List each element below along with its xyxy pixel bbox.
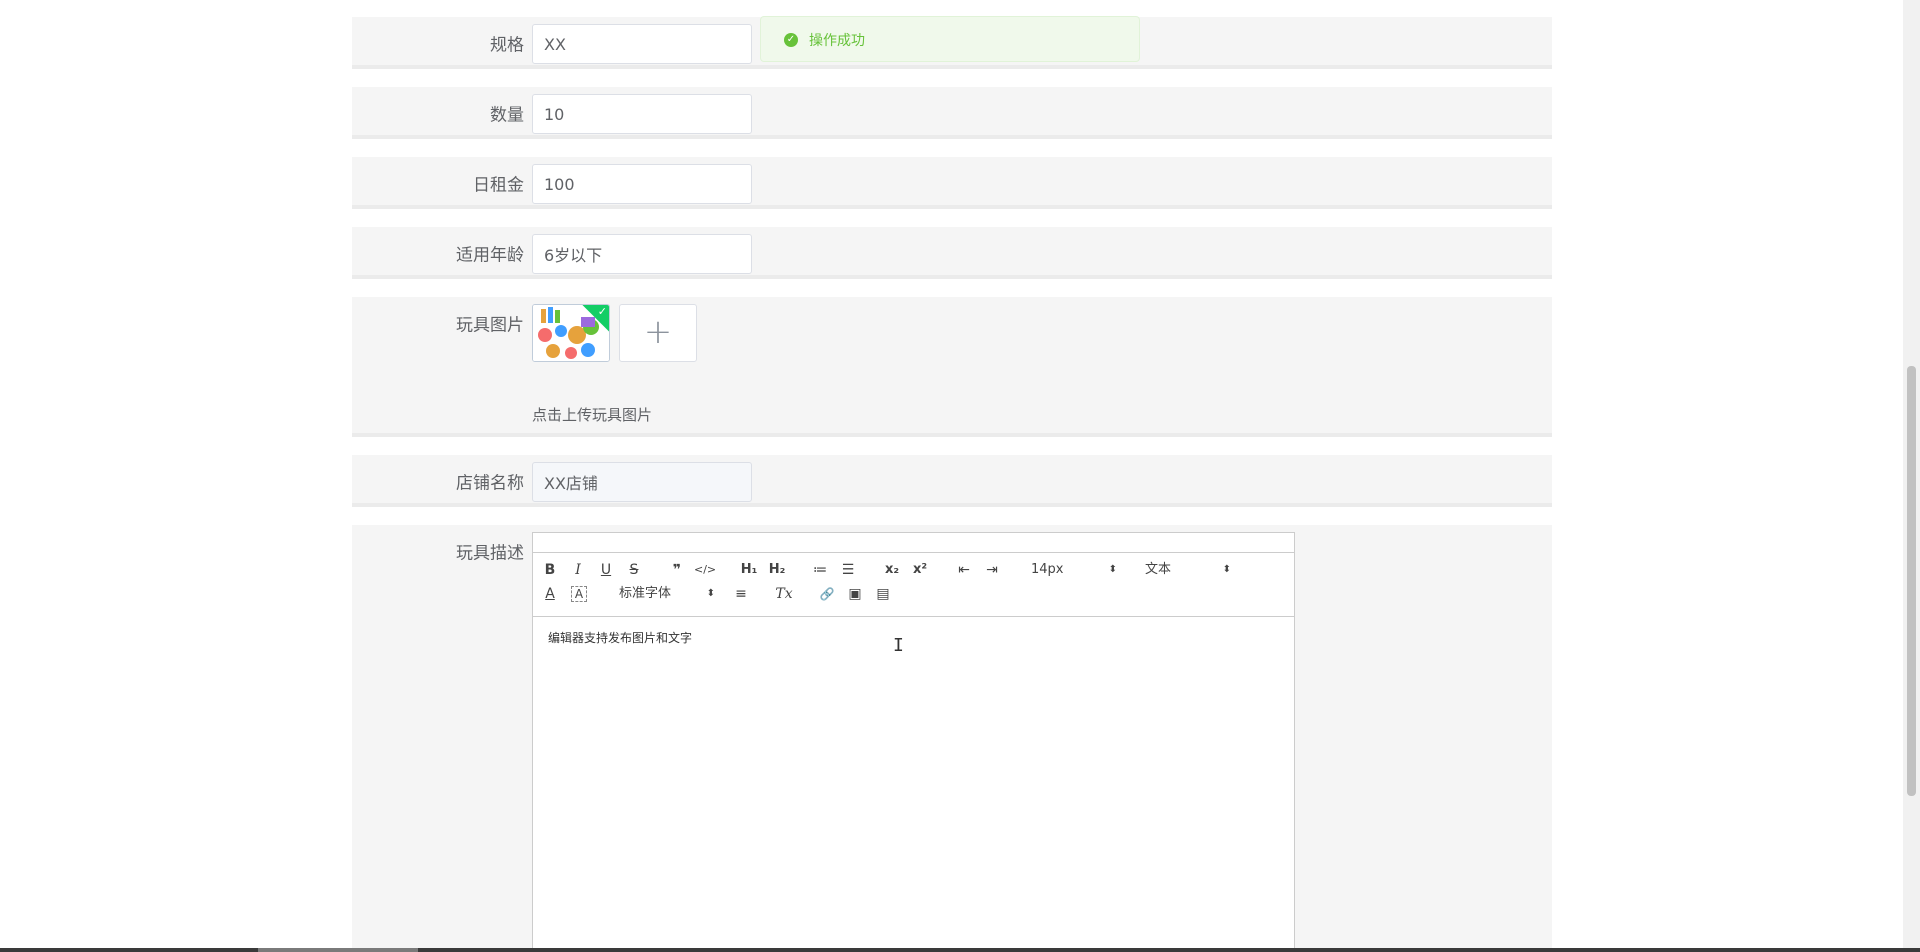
editor-toolbar: B I U S ❞ </> H₁ H₂ ≔ ☰ x₂ x² ⇤ ⇥ 14px ⬍…: [533, 553, 1294, 617]
quantity-input[interactable]: [532, 94, 752, 134]
toy-image-thumbnail[interactable]: ✓: [532, 304, 610, 362]
subscript-button[interactable]: x₂: [881, 560, 903, 580]
header-select[interactable]: 文本 ⬍: [1145, 560, 1231, 580]
strike-button[interactable]: S: [623, 560, 645, 580]
age-label: 适用年龄: [456, 245, 524, 266]
video-button[interactable]: ▤: [872, 584, 894, 604]
bottom-strip: [0, 948, 1920, 952]
code-block-button[interactable]: </>: [694, 560, 716, 580]
shop-name-input[interactable]: [532, 462, 752, 502]
italic-button[interactable]: I: [567, 560, 589, 580]
underline-button[interactable]: U: [595, 560, 617, 580]
spec-input[interactable]: [532, 24, 752, 64]
font-color-button[interactable]: A: [539, 584, 561, 604]
success-toast: ✓ 操作成功: [760, 16, 1140, 62]
h2-button[interactable]: H₂: [766, 560, 788, 580]
editor-placeholder: 编辑器支持发布图片和文字: [548, 631, 693, 645]
h1-button[interactable]: H₁: [738, 560, 760, 580]
text-cursor-icon: I: [893, 635, 904, 656]
plus-icon: +: [643, 312, 673, 352]
page: 规格 数量 日租金 适用年龄 玩具图片: [0, 0, 1920, 952]
clean-format-button[interactable]: Tx: [773, 584, 795, 604]
toast-message: 操作成功: [809, 33, 865, 49]
spec-label: 规格: [490, 35, 524, 56]
chevron-updown-icon: ⬍: [1222, 564, 1231, 575]
quantity-label: 数量: [490, 105, 524, 126]
scrollbar-thumb[interactable]: [1907, 366, 1916, 796]
age-input[interactable]: [532, 234, 752, 274]
rich-text-editor: B I U S ❞ </> H₁ H₂ ≔ ☰ x₂ x² ⇤ ⇥ 14px ⬍…: [532, 532, 1295, 952]
blockquote-button[interactable]: ❞: [666, 560, 688, 580]
indent-button[interactable]: ⇥: [981, 560, 1003, 580]
chevron-updown-icon: ⬍: [706, 588, 715, 599]
image-button[interactable]: ▣: [844, 584, 866, 604]
ordered-list-button[interactable]: ≔: [809, 560, 831, 580]
bottom-strip-segment: [258, 948, 418, 952]
page-scrollbar[interactable]: [1903, 0, 1920, 952]
outdent-button[interactable]: ⇤: [953, 560, 975, 580]
background-color-button[interactable]: A: [571, 586, 587, 602]
editor-content[interactable]: 编辑器支持发布图片和文字 I: [533, 617, 1294, 952]
form-row-toy-image: 玩具图片 ✓ + 点击上传玩具图片: [352, 297, 1552, 437]
daily-rent-label: 日租金: [473, 175, 524, 196]
form-row-toy-desc: 玩具描述 B I U S ❞ </> H₁ H₂ ≔ ☰ x₂ x² ⇤ ⇥ 1…: [352, 525, 1552, 952]
bullet-list-button[interactable]: ☰: [837, 560, 859, 580]
editor-top-border: [533, 533, 1294, 553]
toy-image-label: 玩具图片: [456, 315, 524, 336]
upload-tip: 点击上传玩具图片: [532, 406, 653, 424]
bold-button[interactable]: B: [539, 560, 561, 580]
form-row-quantity: 数量: [352, 87, 1552, 139]
toy-desc-label: 玩具描述: [456, 543, 524, 564]
form-row-daily-rent: 日租金: [352, 157, 1552, 209]
font-family-select[interactable]: 标准字体 ⬍: [619, 584, 715, 604]
link-button[interactable]: 🔗: [816, 584, 838, 604]
font-size-select[interactable]: 14px ⬍: [1031, 560, 1117, 580]
check-icon: ✓: [597, 305, 607, 318]
add-image-button[interactable]: +: [619, 304, 697, 362]
chevron-updown-icon: ⬍: [1108, 564, 1117, 575]
shop-name-label: 店铺名称: [456, 473, 524, 494]
font-family-value: 标准字体: [619, 586, 672, 601]
align-button[interactable]: ≡: [730, 584, 752, 604]
superscript-button[interactable]: x²: [909, 560, 931, 580]
form-row-age: 适用年龄: [352, 227, 1552, 279]
form-row-shop-name: 店铺名称: [352, 455, 1552, 507]
header-value: 文本: [1145, 562, 1172, 577]
success-check-icon: ✓: [784, 33, 798, 47]
daily-rent-input[interactable]: [532, 164, 752, 204]
font-size-value: 14px: [1031, 562, 1064, 577]
